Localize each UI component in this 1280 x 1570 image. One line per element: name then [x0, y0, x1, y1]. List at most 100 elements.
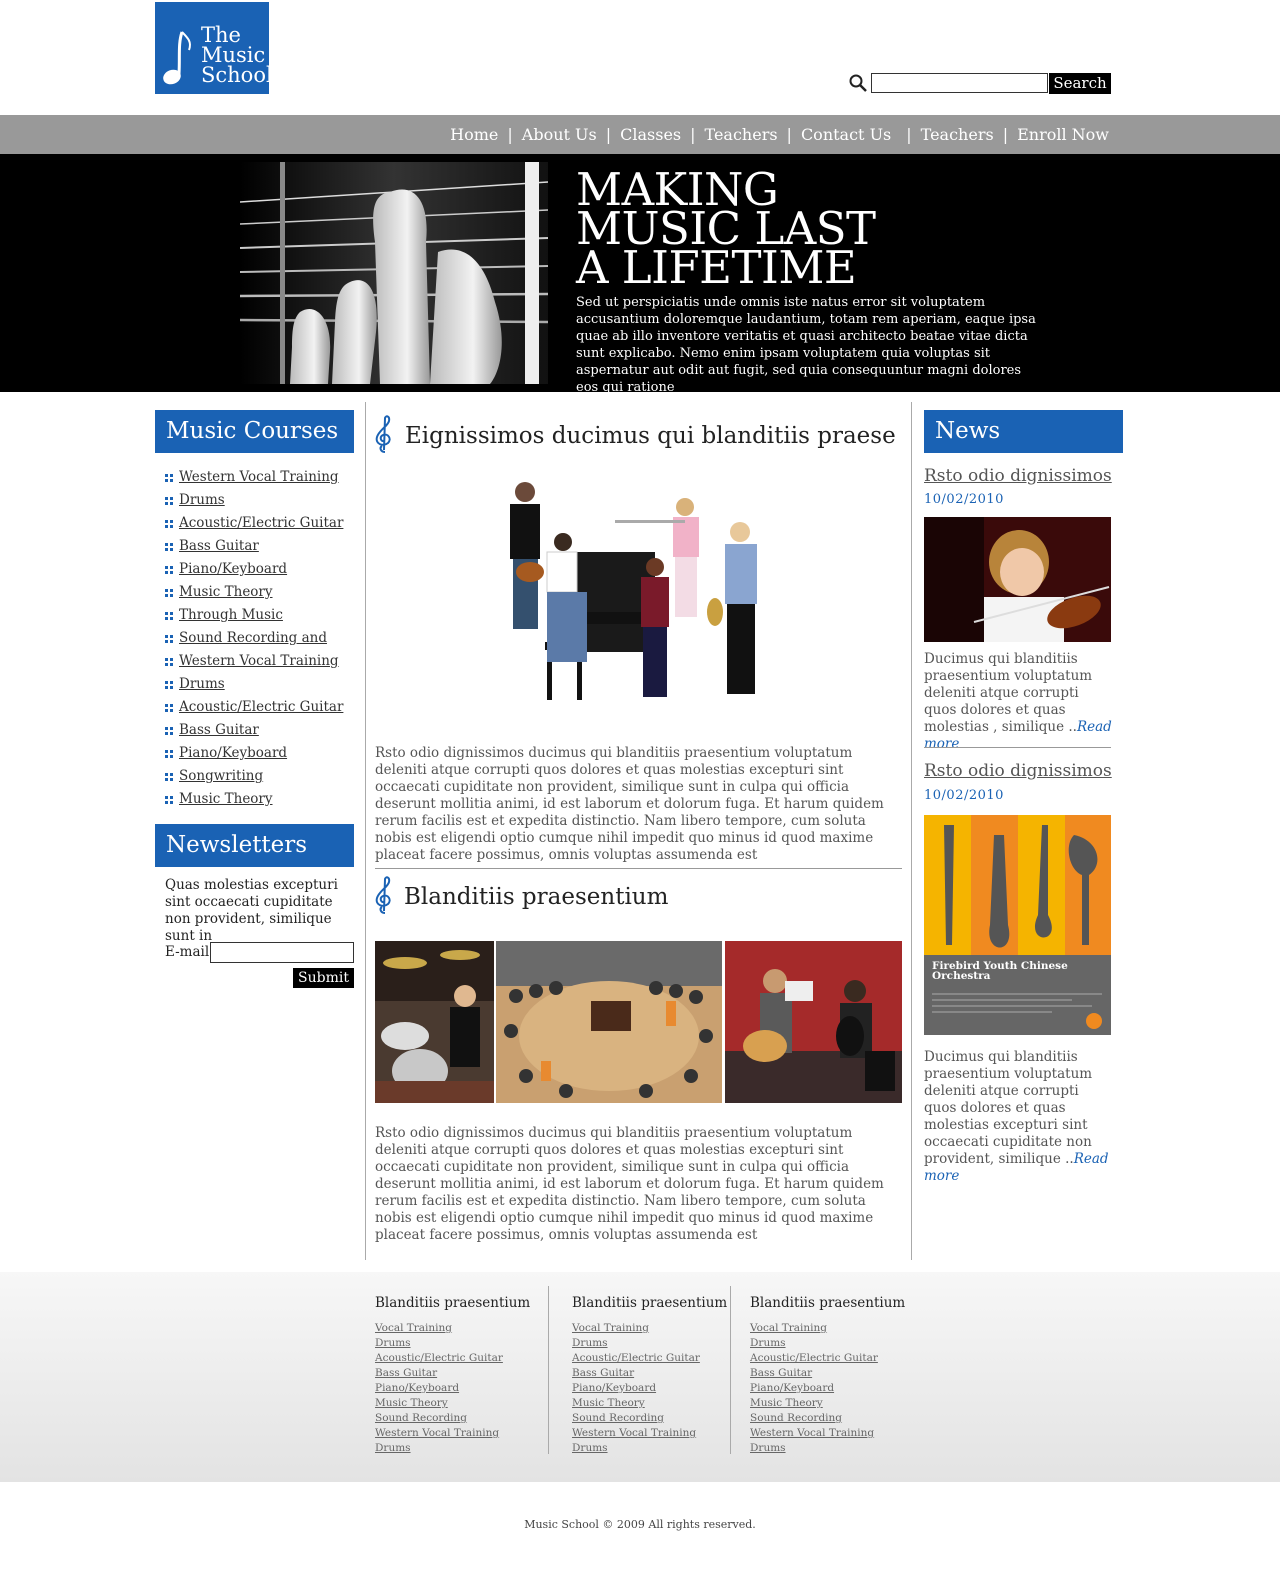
bullet-icon [165, 565, 173, 574]
nav-separator: | [605, 125, 612, 144]
list-item: Acoustic/Electric Guitar [572, 1351, 727, 1366]
footer-link[interactable]: Drums [750, 1442, 786, 1454]
list-item: Drums [750, 1336, 905, 1351]
list-item: Piano/Keyboard [165, 742, 343, 765]
course-link[interactable]: Western Vocal Training [179, 653, 339, 669]
footer-column: Blanditiis praesentium Vocal Training Dr… [572, 1295, 727, 1456]
course-link[interactable]: Acoustic/Electric Guitar [179, 699, 343, 715]
course-link[interactable]: Sound Recording and [179, 630, 327, 646]
bullet-icon [165, 496, 173, 505]
search-icon[interactable] [848, 73, 868, 93]
list-item: Acoustic/Electric Guitar [750, 1351, 905, 1366]
news-date: 10/02/2010 [924, 492, 1004, 507]
footer-link[interactable]: Music Theory [750, 1397, 823, 1409]
copyright-text: Music School © 2009 All rights reserved. [524, 1518, 756, 1531]
news-headline-link[interactable]: Rsto odio dignissimos [924, 466, 1112, 486]
submit-button[interactable]: Submit [293, 968, 354, 988]
footer-link[interactable]: Bass Guitar [375, 1367, 437, 1379]
list-item: Sound Recording and [165, 627, 343, 650]
nav-about-us[interactable]: About Us [522, 125, 597, 144]
footer-link[interactable]: Acoustic/Electric Guitar [375, 1352, 503, 1364]
course-link[interactable]: Western Vocal Training [179, 469, 339, 485]
list-item: Drums [375, 1336, 530, 1351]
treble-clef-icon [375, 415, 391, 453]
footer-divider [730, 1286, 731, 1454]
course-link[interactable]: Music Theory [179, 584, 273, 600]
list-item: Acoustic/Electric Guitar [375, 1351, 530, 1366]
footer-link[interactable]: Western Vocal Training [572, 1427, 696, 1439]
list-item: Music Theory [572, 1396, 727, 1411]
footer-link[interactable]: Western Vocal Training [750, 1427, 874, 1439]
footer-link[interactable]: Bass Guitar [750, 1367, 812, 1379]
logo-text: The Music School [201, 25, 273, 86]
nav-classes[interactable]: Classes [620, 125, 681, 144]
bullet-icon [165, 542, 173, 551]
course-link[interactable]: Songwriting [179, 768, 263, 784]
main-nav-bar: Home | About Us | Classes | Teachers | Conta… [0, 115, 1280, 154]
poster-title-line: Orchestra [932, 970, 991, 982]
footer-link[interactable]: Piano/Keyboard [572, 1382, 656, 1394]
footer-link[interactable]: Vocal Training [375, 1322, 452, 1334]
footer-link[interactable]: Drums [750, 1337, 786, 1349]
list-item: Drums [375, 1441, 530, 1456]
treble-clef-icon [375, 876, 391, 914]
footer-link[interactable]: Western Vocal Training [375, 1427, 499, 1439]
footer-link[interactable]: Vocal Training [572, 1322, 649, 1334]
news-headline-link[interactable]: Rsto odio dignissimos [924, 761, 1112, 781]
course-link[interactable]: Bass Guitar [179, 722, 259, 738]
course-link[interactable]: Piano/Keyboard [179, 745, 287, 761]
course-link[interactable]: Drums [179, 492, 225, 508]
course-link[interactable]: Music Theory [179, 791, 273, 807]
article-1-text: Rsto odio dignissimos ducimus qui blandi… [375, 745, 884, 863]
list-item: Songwriting [165, 765, 343, 788]
search-button[interactable]: Search [1049, 73, 1111, 94]
nav-enroll-now[interactable]: Enroll Now [1017, 125, 1109, 144]
nav-separator: | [507, 125, 513, 144]
footer-link[interactable]: Sound Recording [375, 1412, 467, 1424]
footer-link[interactable]: Music Theory [375, 1397, 448, 1409]
list-item: Music Theory [165, 788, 343, 811]
list-item: Sound Recording [375, 1411, 530, 1426]
footer-link-list: Vocal Training Drums Acoustic/Electric G… [572, 1321, 727, 1456]
course-link[interactable]: Acoustic/Electric Guitar [179, 515, 343, 531]
drummer-photo [375, 941, 494, 1103]
hero-title: MAKING MUSIC LAST A LIFETIME [576, 167, 876, 290]
email-field[interactable] [210, 942, 354, 963]
footer-link[interactable]: Acoustic/Electric Guitar [572, 1352, 700, 1364]
nav-teachers-2[interactable]: Teachers [921, 125, 994, 144]
footer-link[interactable]: Music Theory [572, 1397, 645, 1409]
list-item: Sound Recording [572, 1411, 727, 1426]
footer-link[interactable]: Sound Recording [750, 1412, 842, 1424]
footer-link[interactable]: Vocal Training [750, 1322, 827, 1334]
footer-link[interactable]: Piano/Keyboard [750, 1382, 834, 1394]
course-link[interactable]: Drums [179, 676, 225, 692]
footer-link[interactable]: Bass Guitar [572, 1367, 634, 1379]
bullet-icon [165, 680, 173, 689]
main-nav: Home | About Us | Classes | Teachers | Conta… [450, 115, 1109, 154]
nav-contact-us[interactable]: Contact Us [801, 125, 891, 144]
list-item: Bass Guitar [572, 1366, 727, 1381]
list-item: Music Theory [165, 581, 343, 604]
course-link[interactable]: Piano/Keyboard [179, 561, 287, 577]
footer-link[interactable]: Drums [375, 1337, 411, 1349]
footer-column-title: Blanditiis praesentium [572, 1295, 728, 1311]
course-link[interactable]: Through Music [179, 607, 283, 623]
nav-teachers[interactable]: Teachers [705, 125, 778, 144]
footer-link-list: Vocal Training Drums Acoustic/Electric G… [375, 1321, 530, 1456]
footer-link[interactable]: Sound Recording [572, 1412, 664, 1424]
footer-link[interactable]: Drums [572, 1442, 608, 1454]
poster-title: Firebird Youth Chinese Orchestra [932, 961, 1068, 982]
hero-guitar-hand-image [240, 162, 548, 384]
footer-link[interactable]: Drums [572, 1337, 608, 1349]
search-input[interactable] [871, 73, 1048, 93]
bullet-icon [165, 749, 173, 758]
footer-column: Blanditiis praesentium Vocal Training Dr… [375, 1295, 530, 1456]
bullet-icon [165, 634, 173, 643]
list-item: Drums [572, 1336, 727, 1351]
footer-link[interactable]: Piano/Keyboard [375, 1382, 459, 1394]
nav-home[interactable]: Home [450, 125, 498, 144]
list-item: Through Music [165, 604, 343, 627]
footer-link[interactable]: Acoustic/Electric Guitar [750, 1352, 878, 1364]
course-link[interactable]: Bass Guitar [179, 538, 259, 554]
footer-link[interactable]: Drums [375, 1442, 411, 1454]
